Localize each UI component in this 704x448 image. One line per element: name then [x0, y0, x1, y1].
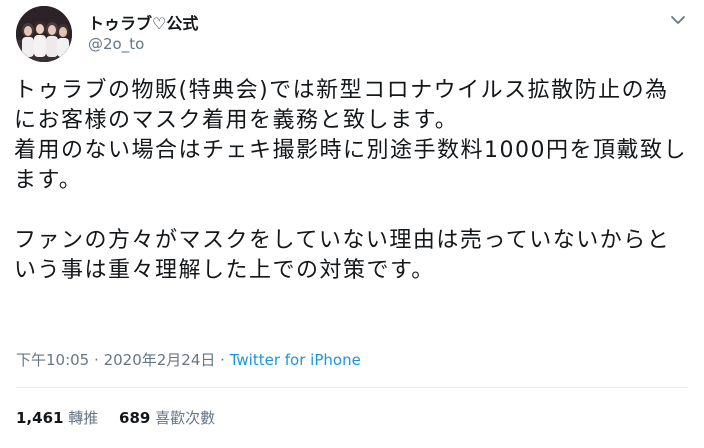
likes-count: 689 [119, 409, 151, 427]
tweet-stats: 1,461 轉推 689 喜歡次數 [16, 407, 231, 428]
meta-separator: · [94, 351, 99, 369]
tweet-meta: 下午10:05 · 2020年2月24日 · Twitter for iPhon… [16, 349, 361, 370]
retweets-stat[interactable]: 1,461 轉推 [16, 409, 98, 427]
group-photo-icon [16, 6, 72, 62]
meta-separator: · [220, 351, 225, 369]
divider [16, 387, 688, 388]
likes-stat[interactable]: 689 喜歡次數 [119, 409, 215, 427]
user-handle[interactable]: @2o_to [88, 35, 144, 53]
avatar[interactable] [16, 6, 72, 62]
tweet-source-link[interactable]: Twitter for iPhone [230, 351, 361, 369]
tweet-time[interactable]: 下午10:05 [16, 351, 89, 369]
display-name[interactable]: トゥラブ♡公式 [88, 10, 198, 34]
retweets-label: 轉推 [68, 409, 99, 427]
chevron-down-icon[interactable] [668, 10, 688, 30]
tweet-text: トゥラブの物販(特典会)では新型コロナウイルス拡散防止の為にお客様のマスク着用を… [14, 78, 687, 283]
retweets-count: 1,461 [16, 409, 64, 427]
tweet-date[interactable]: 2020年2月24日 [104, 351, 216, 369]
likes-label: 喜歡次數 [155, 409, 216, 427]
